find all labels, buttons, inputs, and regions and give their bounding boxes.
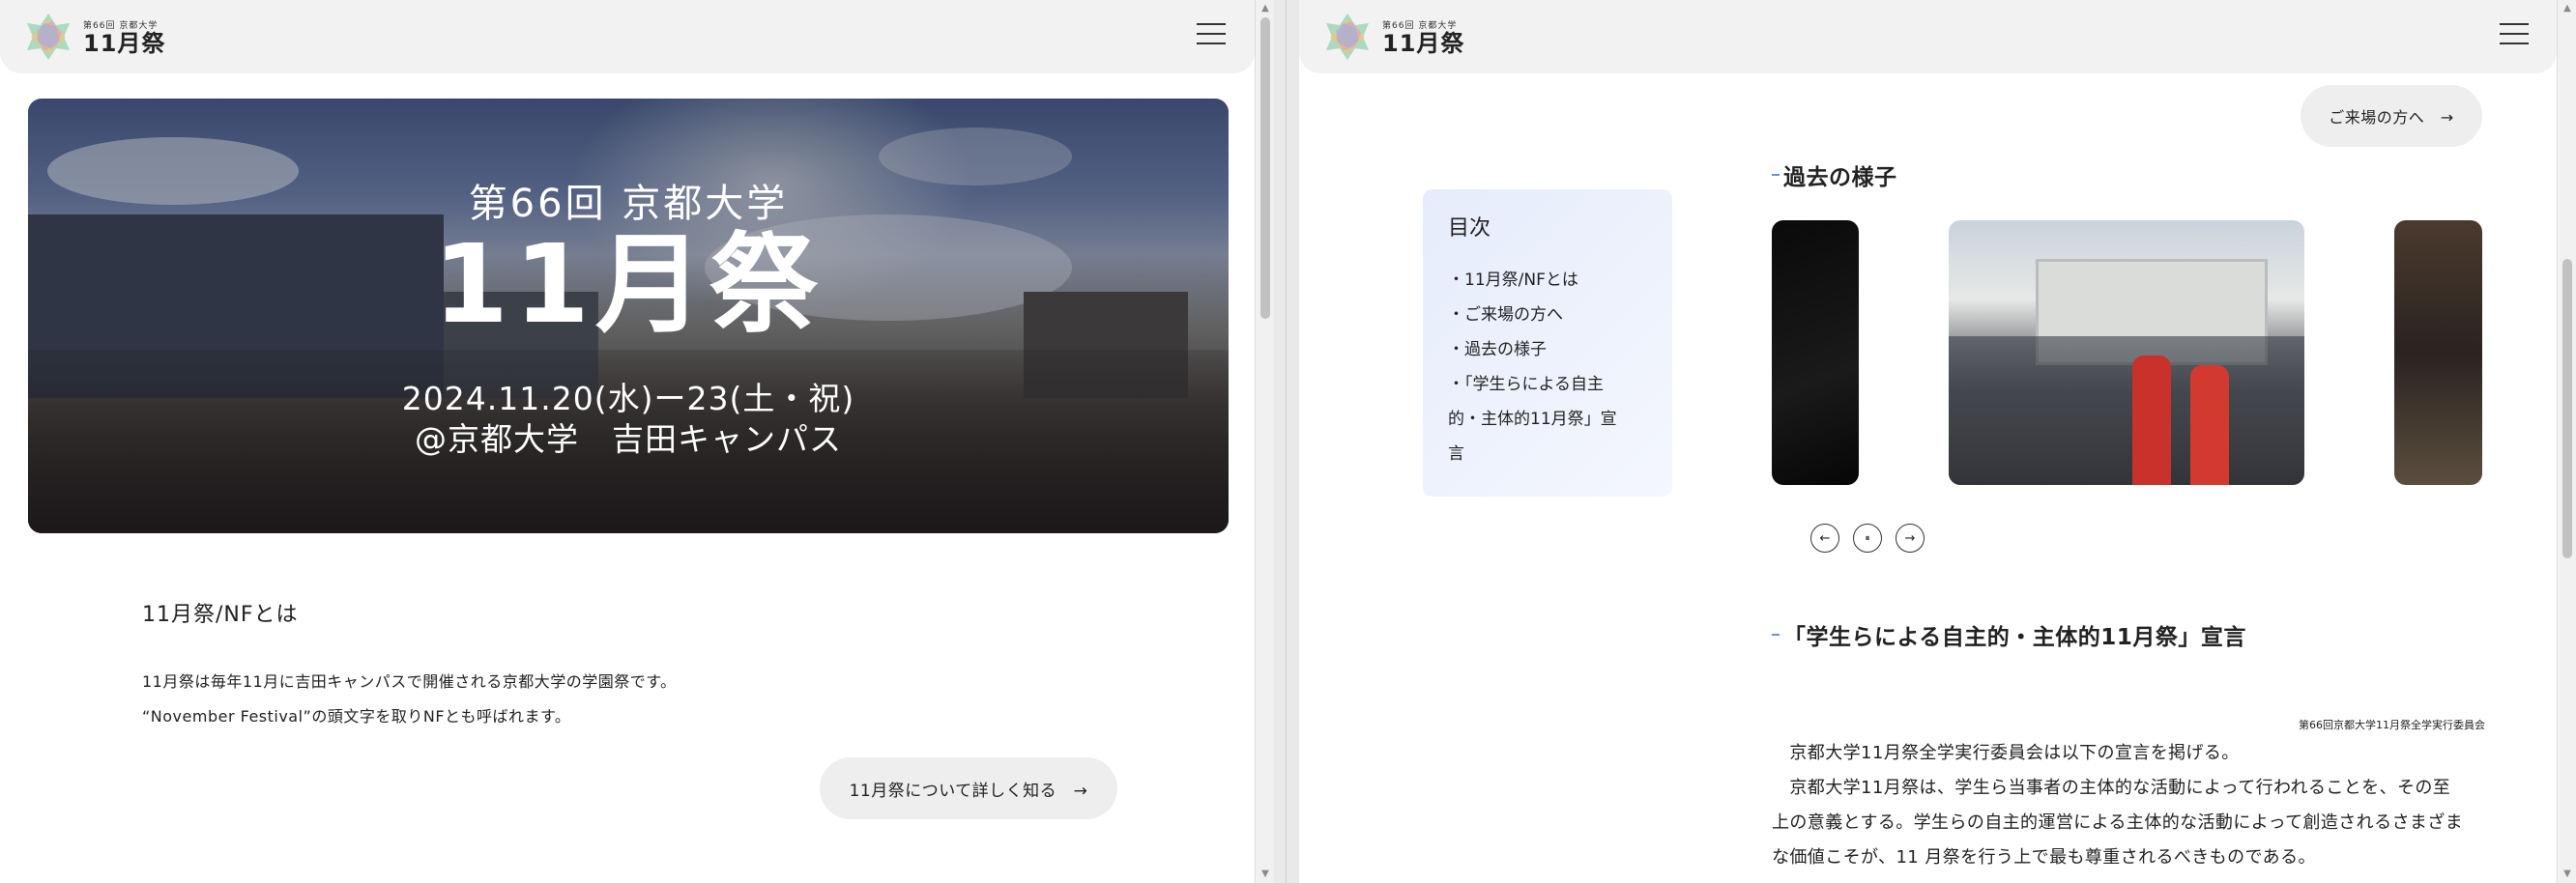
past-section-title-text: 過去の様子	[1783, 165, 1897, 190]
right-browser-window: 第66回 京都大学 11月祭 ご来場の方へ → 目次 ・11月祭/NFとは ・ご…	[1299, 0, 2576, 883]
slider-pause-button[interactable]: ⏸	[1853, 524, 1882, 553]
hero-date: 2024.11.20(水)ー23(土・祝)	[401, 380, 855, 417]
slider-next-button[interactable]: →	[1896, 524, 1925, 553]
scroll-thumb[interactable]	[2562, 259, 2572, 558]
logo-title: 11月祭	[1382, 29, 1465, 57]
scroll-down-icon[interactable]: ▼	[1256, 866, 1274, 883]
declaration-paragraph-2c: な価値こそが、11 月祭を行う上で最も尊重されるべきものである。	[1772, 847, 2316, 868]
hero-edition: 第66回 京都大学	[468, 182, 789, 226]
about-line-1: 11月祭は毎年11月に吉田キャンパスで開催される京都大学の学園祭です。	[142, 672, 677, 691]
site-header: 第66回 京都大学 11月祭	[1299, 0, 2557, 73]
slide-photo-prev[interactable]	[1772, 220, 1859, 485]
scroll-thumb[interactable]	[1260, 17, 1270, 319]
declaration-title-text: 「学生らによる自主的・主体的11月祭」宣言	[1783, 625, 2246, 650]
table-of-contents: 目次 ・11月祭/NFとは ・ご来場の方へ ・過去の様子 ・「学生らによる自主 …	[1423, 189, 1672, 497]
left-browser-window: 第66回 京都大学 11月祭 第66回 京都大学 11月祭 2024.11.20…	[0, 0, 1274, 883]
hero-venue: @京都大学 吉田キャンパス	[415, 420, 842, 458]
right-scrollbar[interactable]: ▲ ▼	[2557, 0, 2576, 883]
declaration-section-title: 「学生らによる自主的・主体的11月祭」宣言	[1772, 618, 2246, 651]
declaration-paragraph-1: 京都大学11月祭全学実行委員会は以下の宣言を掲げる。	[1772, 743, 2240, 763]
logo-flower-icon	[23, 12, 73, 62]
toc-title: 目次	[1448, 216, 1491, 241]
logo-flower-icon	[1322, 12, 1373, 62]
slide-photo-current[interactable]	[1949, 220, 2304, 485]
hamburger-menu-icon[interactable]	[2500, 23, 2529, 46]
logo-title: 11月祭	[83, 29, 166, 57]
about-text: 11月祭は毎年11月に吉田キャンパスで開催される京都大学の学園祭です。 “Nov…	[142, 665, 677, 734]
site-header: 第66回 京都大学 11月祭	[0, 0, 1255, 73]
scroll-up-icon[interactable]: ▲	[1256, 0, 1274, 17]
past-section-title: 過去の様子	[1772, 158, 1897, 191]
about-section-title: 11月祭/NFとは	[142, 603, 299, 627]
declaration-committee: 第66回京都大学11月祭全学実行委員会	[2299, 719, 2485, 731]
scroll-down-icon[interactable]: ▼	[2558, 866, 2576, 883]
hamburger-menu-icon[interactable]	[1197, 23, 1226, 46]
about-line-2: “November Festival”の頭文字を取りNFとも呼ばれます。	[142, 707, 571, 726]
toc-item-declaration[interactable]: ・「学生らによる自主	[1448, 367, 1647, 402]
slider-prev-button[interactable]: ←	[1810, 524, 1839, 553]
declaration-paragraph-2b: 上の意義とする。学生らの自主的運営による主体的な活動によって創造されるさまざま	[1772, 812, 2464, 833]
scroll-up-icon[interactable]: ▲	[2558, 0, 2576, 17]
slide-photo-next[interactable]	[2394, 220, 2482, 485]
hero-banner: 第66回 京都大学 11月祭 2024.11.20(水)ー23(土・祝) @京都…	[28, 99, 1229, 533]
left-scrollbar[interactable]: ▲ ▼	[1255, 0, 1274, 883]
site-logo[interactable]: 第66回 京都大学 11月祭	[23, 12, 165, 62]
site-logo[interactable]: 第66回 京都大学 11月祭	[1322, 12, 1464, 62]
declaration-paragraph-2a: 京都大学11月祭は、学生ら当事者の主体的な活動によって行われることを、その至	[1772, 778, 2451, 798]
logo-subtitle: 第66回 京都大学	[83, 20, 159, 31]
toc-item-about[interactable]: ・11月祭/NFとは	[1448, 263, 1647, 298]
visitor-info-button[interactable]: ご来場の方へ →	[2301, 85, 2482, 147]
window-divider	[1274, 0, 1299, 883]
toc-item-declaration-cont[interactable]: 的・主体的11月祭」宣	[1448, 402, 1647, 437]
toc-item-past[interactable]: ・過去の様子	[1448, 332, 1647, 367]
about-more-button[interactable]: 11月祭について詳しく知る →	[820, 757, 1117, 819]
toc-item-visitors[interactable]: ・ご来場の方へ	[1448, 298, 1647, 332]
declaration-body: 京都大学11月祭全学実行委員会は以下の宣言を掲げる。 京都大学11月祭は、学生ら…	[1772, 736, 2487, 875]
toc-item-declaration-end[interactable]: 言	[1448, 437, 1647, 471]
hero-title: 11月祭	[433, 222, 824, 348]
logo-subtitle: 第66回 京都大学	[1382, 20, 1458, 31]
